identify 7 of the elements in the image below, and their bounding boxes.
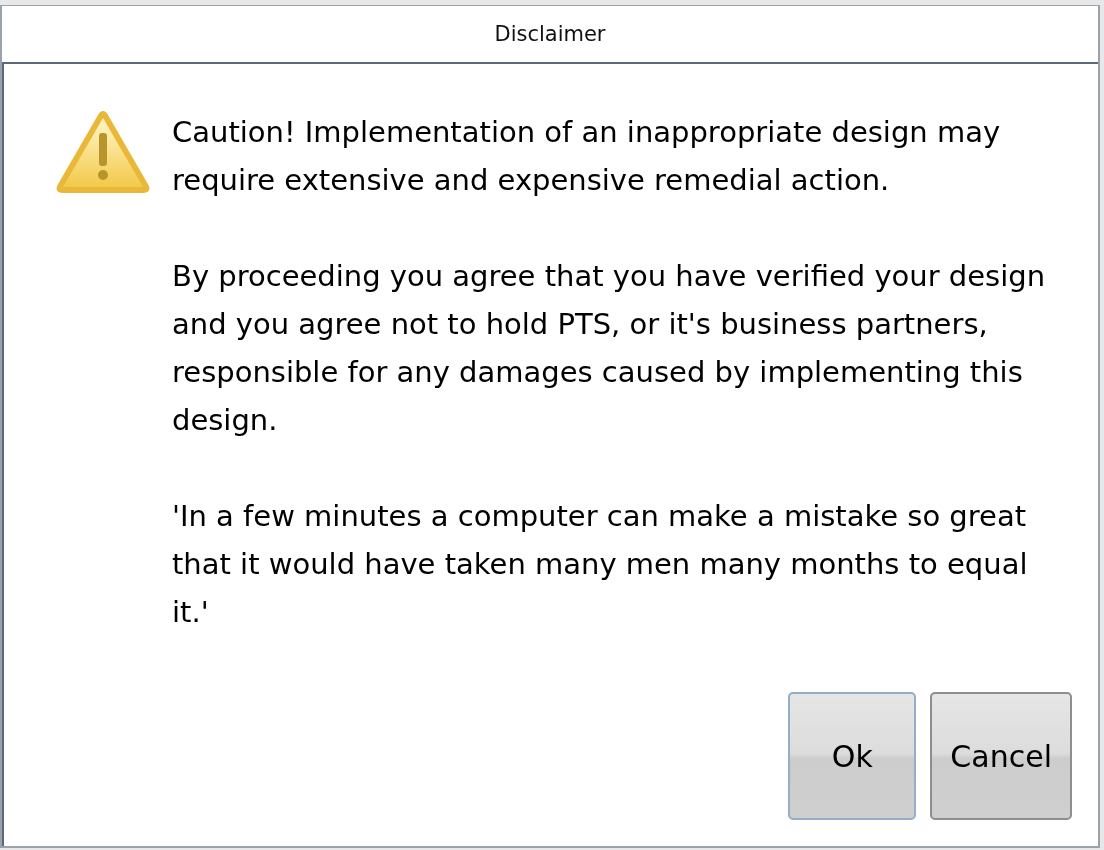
ok-button[interactable]: Ok: [788, 692, 917, 820]
message-paragraph: 'In a few minutes a computer can make a mistake so great that it would have taken many men many months to equal it.': [172, 498, 1029, 631]
message-paragraph: Caution! Implementation of an inappropriate design may require extensive and expensive remedial action.: [172, 114, 1002, 199]
warning-icon: [54, 108, 152, 196]
window-title: Disclaimer: [494, 22, 606, 46]
cancel-button[interactable]: Cancel: [930, 692, 1072, 820]
message-paragraph: By proceeding you agree that you have verified your design and you agree not to hold PTS, or it's business partners, responsible for any damages caused by implementing this design.: [172, 258, 1047, 439]
